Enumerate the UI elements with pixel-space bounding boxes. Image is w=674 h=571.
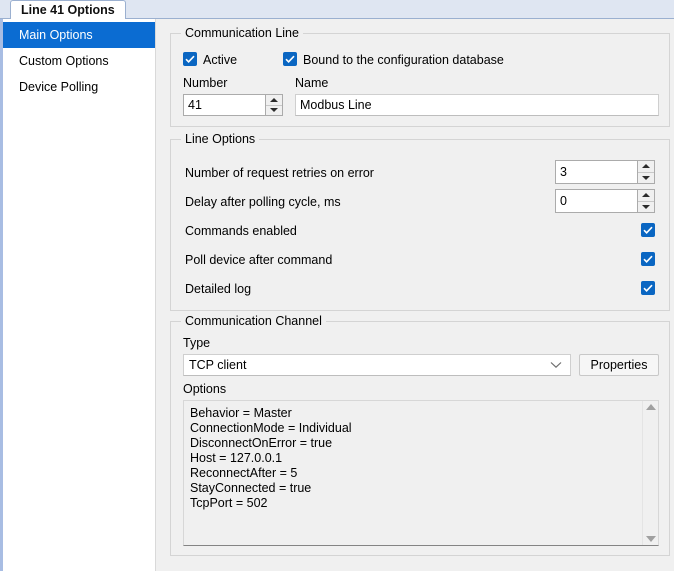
sidebar-item-label: Custom Options	[19, 54, 109, 68]
delay-stepper-buttons	[637, 190, 654, 212]
retries-stepper[interactable]: 3	[555, 160, 655, 184]
active-checkbox[interactable]	[183, 52, 197, 66]
communication-channel-legend: Communication Channel	[181, 314, 326, 328]
line-options-group: Line Options Number of request retries o…	[170, 132, 670, 311]
delay-stepper[interactable]: 0	[555, 189, 655, 213]
commands-enabled-label: Commands enabled	[185, 224, 297, 238]
options-content-pane: Communication Line Active Bound to the c…	[156, 19, 674, 571]
name-input-value: Modbus Line	[300, 98, 372, 112]
channel-properties-button[interactable]: Properties	[579, 354, 659, 376]
active-label: Active	[203, 53, 238, 67]
channel-type-select[interactable]: TCP client	[183, 354, 571, 376]
triangle-up-icon	[642, 193, 650, 198]
sidebar-item-main-options[interactable]: Main Options	[3, 22, 155, 48]
detailed-log-checkbox[interactable]	[641, 281, 655, 295]
triangle-down-icon	[642, 175, 650, 180]
scroll-down-arrow-icon[interactable]	[645, 536, 656, 542]
sidebar-item-label: Device Polling	[19, 80, 99, 94]
channel-type-value: TCP client	[189, 358, 247, 372]
sidebar-item-label: Main Options	[19, 28, 93, 42]
delay-label: Delay after polling cycle, ms	[185, 195, 341, 209]
channel-properties-button-label: Properties	[590, 358, 648, 372]
channel-option-line: ReconnectAfter = 5	[190, 466, 298, 480]
sidebar-item-device-polling[interactable]: Device Polling	[3, 74, 155, 100]
retries-label: Number of request retries on error	[185, 166, 374, 180]
check-icon	[285, 55, 295, 63]
sidebar: Main Options Custom Options Device Polli…	[0, 19, 156, 571]
line-options-legend: Line Options	[181, 132, 260, 146]
retries-stepper-down-button[interactable]	[638, 172, 654, 183]
name-input[interactable]: Modbus Line	[295, 94, 659, 116]
triangle-down-icon	[270, 108, 278, 113]
check-icon	[643, 226, 653, 234]
detailed-log-label: Detailed log	[185, 282, 252, 296]
channel-type-label: Type	[183, 336, 211, 350]
communication-channel-group: Communication Channel Type TCP client Pr…	[170, 314, 670, 556]
scroll-up-arrow-icon[interactable]	[645, 404, 656, 410]
retries-input-value[interactable]: 3	[556, 161, 637, 183]
communication-line-legend: Communication Line	[181, 26, 303, 40]
channel-option-line: Host = 127.0.0.1	[190, 451, 283, 465]
tab-line-41-options[interactable]: Line 41 Options	[10, 0, 126, 19]
chevron-down-icon	[550, 358, 562, 372]
number-stepper-up-button[interactable]	[266, 95, 282, 106]
bound-to-configuration-database-checkbox[interactable]	[283, 52, 297, 66]
delay-input-value[interactable]: 0	[556, 190, 637, 212]
check-icon	[185, 55, 195, 63]
tab-strip: Line 41 Options	[0, 0, 674, 19]
bound-to-configuration-database-label: Bound to the configuration database	[303, 53, 504, 67]
tab-label: Line 41 Options	[21, 3, 115, 17]
commands-enabled-checkbox[interactable]	[641, 223, 655, 237]
channel-option-line: DisconnectOnError = true	[190, 436, 333, 450]
check-icon	[643, 284, 653, 292]
channel-option-line: ConnectionMode = Individual	[190, 421, 352, 435]
communication-line-group: Communication Line Active Bound to the c…	[170, 26, 670, 127]
triangle-up-icon	[270, 97, 278, 102]
retries-stepper-up-button[interactable]	[638, 161, 654, 173]
check-icon	[643, 255, 653, 263]
channel-options-lines[interactable]: Behavior = Master ConnectionMode = Indiv…	[184, 401, 642, 545]
number-label: Number	[183, 76, 228, 90]
number-input-value[interactable]: 41	[184, 95, 265, 115]
channel-option-line: TcpPort = 502	[190, 496, 268, 510]
number-stepper-down-button[interactable]	[266, 105, 282, 115]
triangle-up-icon	[642, 164, 650, 169]
delay-stepper-down-button[interactable]	[638, 201, 654, 212]
poll-device-after-command-checkbox[interactable]	[641, 252, 655, 266]
delay-stepper-up-button[interactable]	[638, 190, 654, 202]
channel-option-line: Behavior = Master	[190, 406, 292, 420]
poll-after-command-label: Poll device after command	[185, 253, 333, 267]
channel-options-textarea[interactable]: Behavior = Master ConnectionMode = Indiv…	[183, 400, 659, 546]
channel-options-scrollbar[interactable]	[642, 401, 658, 545]
triangle-down-icon	[642, 204, 650, 209]
retries-stepper-buttons	[637, 161, 654, 183]
sidebar-item-custom-options[interactable]: Custom Options	[3, 48, 155, 74]
number-stepper-buttons	[265, 95, 282, 115]
name-label: Name	[295, 76, 329, 90]
channel-option-line: StayConnected = true	[190, 481, 312, 495]
channel-options-label: Options	[183, 382, 227, 396]
number-stepper[interactable]: 41	[183, 94, 283, 116]
